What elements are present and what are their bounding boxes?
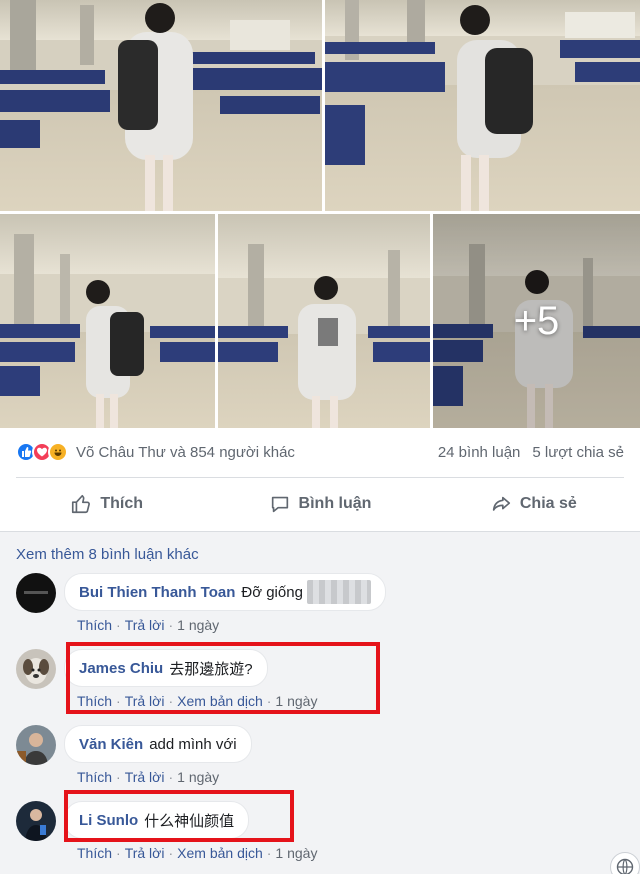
globe-icon[interactable] — [610, 852, 640, 874]
photo-5-more[interactable]: +5 — [433, 214, 640, 428]
comment-time[interactable]: 1 ngày — [177, 617, 219, 633]
view-more-comments-link[interactable]: Xem thêm 8 bình luận khác — [16, 546, 199, 563]
haha-icon — [48, 442, 68, 462]
comment-text: add mình với — [149, 735, 237, 753]
more-photos-count[interactable]: +5 — [433, 214, 640, 428]
comment-reply-link[interactable]: Trả lời — [125, 845, 165, 861]
divider — [16, 477, 624, 478]
like-button[interactable]: Thích — [0, 484, 213, 524]
avatar[interactable] — [16, 725, 56, 765]
avatar[interactable] — [16, 649, 56, 689]
comment-like-link[interactable]: Thích — [77, 617, 112, 633]
avatar[interactable] — [16, 801, 56, 841]
thumbs-up-icon — [72, 494, 91, 514]
separator: · — [168, 769, 174, 785]
comment-bubble: Bui Thien Thanh Toan Đỡ giống — [64, 573, 386, 611]
highlight-box — [66, 642, 380, 714]
separator: · — [116, 845, 121, 861]
comment-meta: Thích · Trả lời · 1 ngày — [77, 617, 219, 633]
post-actions: Thích Bình luận Chia sẻ — [0, 484, 640, 524]
separator: · — [266, 845, 272, 861]
comment-like-link[interactable]: Thích — [77, 845, 112, 861]
reaction-names[interactable]: Võ Châu Thư và 854 người khác — [76, 444, 295, 461]
comment-author[interactable]: Bui Thien Thanh Toan — [79, 584, 235, 601]
photo-3[interactable] — [0, 214, 215, 428]
separator: · — [168, 845, 174, 861]
comment-author[interactable]: Văn Kiên — [79, 736, 143, 753]
comment-label: Bình luận — [298, 495, 372, 512]
highlight-box — [64, 790, 294, 842]
comment-time[interactable]: 1 ngày — [275, 845, 317, 861]
separator: · — [116, 617, 121, 633]
separator: · — [168, 617, 174, 633]
comment-time[interactable]: 1 ngày — [177, 769, 219, 785]
comment-reply-link[interactable]: Trả lời — [125, 769, 165, 785]
comment-bubble: Văn Kiên add mình với — [64, 725, 252, 763]
separator: · — [116, 769, 121, 785]
photo-grid: +5 — [0, 0, 640, 428]
comments-count[interactable]: 24 bình luận — [438, 444, 521, 461]
translate-link[interactable]: Xem bản dịch — [177, 845, 263, 861]
comment-icon — [271, 496, 288, 513]
comment-reply-link[interactable]: Trả lời — [125, 617, 165, 633]
comment-meta: Thích · Trả lời · Xem bản dịch · 1 ngày — [77, 845, 317, 861]
share-button[interactable]: Chia sẻ — [427, 484, 640, 524]
shares-count[interactable]: 5 lượt chia sẻ — [532, 444, 624, 461]
comment-meta: Thích · Trả lời · 1 ngày — [77, 769, 219, 785]
blurred-content — [306, 580, 371, 604]
reaction-icons[interactable] — [16, 442, 68, 462]
like-label: Thích — [100, 495, 143, 512]
photo-1[interactable] — [0, 0, 322, 211]
post-stats: Võ Châu Thư và 854 người khác 24 bình lu… — [0, 428, 640, 476]
comment-text: Đỡ giống — [241, 583, 303, 601]
comment-like-link[interactable]: Thích — [77, 769, 112, 785]
share-arrow-icon — [492, 496, 510, 511]
share-label: Chia sẻ — [519, 495, 577, 512]
photo-2[interactable] — [325, 0, 640, 211]
comment-button[interactable]: Bình luận — [213, 484, 426, 524]
photo-4[interactable] — [218, 214, 430, 428]
avatar[interactable] — [16, 573, 56, 613]
